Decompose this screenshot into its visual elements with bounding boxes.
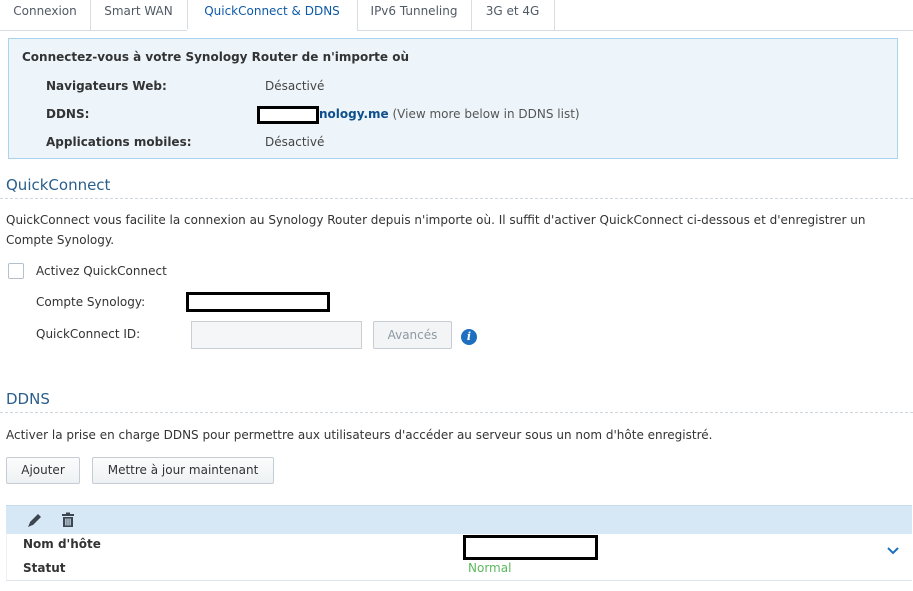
- tab-bar: Connexion Smart WAN QuickConnect & DDNS …: [0, 0, 913, 31]
- info-icon[interactable]: i: [461, 329, 477, 345]
- tab-quickconnect-ddns[interactable]: QuickConnect & DDNS: [187, 0, 358, 31]
- quickconnect-id-label: QuickConnect ID:: [36, 327, 141, 341]
- ddns-section-title: DDNS: [6, 390, 50, 408]
- ddns-note: (View more below in DDNS list): [392, 107, 580, 121]
- tab-connexion[interactable]: Connexion: [0, 0, 91, 30]
- hostname-label: Nom d'hôte: [23, 537, 101, 551]
- ddns-hostname-link[interactable]: nology.me: [319, 107, 389, 121]
- status-label: Statut: [23, 561, 66, 575]
- section-divider: [0, 412, 913, 413]
- add-ddns-button[interactable]: Ajouter: [6, 457, 80, 484]
- pencil-icon[interactable]: [26, 511, 44, 529]
- chevron-down-icon[interactable]: [885, 543, 901, 559]
- redacted-ddns-hostname: [257, 106, 319, 124]
- quickconnect-id-input[interactable]: [191, 321, 362, 349]
- ddns-label: DDNS:: [46, 107, 90, 121]
- quickconnect-description: QuickConnect vous facilite la connexion …: [6, 213, 866, 247]
- synology-account-label: Compte Synology:: [36, 295, 146, 309]
- enable-quickconnect-label[interactable]: Activez QuickConnect: [36, 264, 167, 278]
- connection-summary-box: Connectez-vous à votre Synology Router d…: [8, 38, 898, 159]
- table-row[interactable]: Nom d'hôte Statut Normal: [6, 533, 912, 581]
- tab-ipv6-tunneling[interactable]: IPv6 Tunneling: [357, 0, 472, 30]
- redacted-hostname-value: [463, 535, 598, 560]
- ddns-grid-toolbar: [6, 505, 912, 534]
- tab-3g-4g[interactable]: 3G et 4G: [471, 0, 555, 30]
- summary-title: Connectez-vous à votre Synology Router d…: [22, 50, 409, 64]
- mobile-apps-value: Désactivé: [265, 135, 325, 149]
- web-browsers-value: Désactivé: [265, 79, 325, 93]
- section-divider: [0, 198, 913, 199]
- mobile-apps-label: Applications mobiles:: [46, 135, 192, 149]
- enable-quickconnect-checkbox[interactable]: [8, 263, 24, 279]
- advanced-button[interactable]: Avancés: [373, 321, 452, 349]
- web-browsers-label: Navigateurs Web:: [46, 79, 167, 93]
- ddns-description: Activer la prise en charge DDNS pour per…: [6, 428, 713, 442]
- ddns-summary: nology.me (View more below in DDNS list): [319, 107, 580, 121]
- tab-smart-wan[interactable]: Smart WAN: [90, 0, 188, 30]
- redacted-synology-account: [186, 292, 330, 312]
- status-value: Normal: [468, 561, 512, 575]
- trash-icon[interactable]: [59, 511, 77, 529]
- update-now-button[interactable]: Mettre à jour maintenant: [92, 457, 274, 484]
- quickconnect-section-title: QuickConnect: [6, 176, 111, 194]
